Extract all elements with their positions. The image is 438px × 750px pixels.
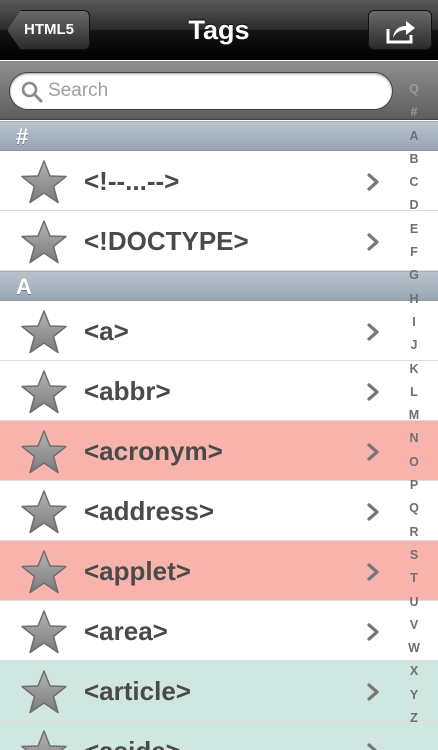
tag-label: <a> xyxy=(84,316,129,346)
index-letter[interactable]: V xyxy=(400,614,428,637)
search-bar xyxy=(0,61,438,120)
star-icon[interactable] xyxy=(20,609,68,660)
index-letter[interactable]: K xyxy=(400,358,428,381)
tag-label: <acronym> xyxy=(84,436,223,466)
index-letter[interactable]: W xyxy=(400,637,428,660)
index-letter[interactable]: M xyxy=(400,404,428,427)
tag-label: <applet> xyxy=(84,556,191,586)
index-letter[interactable]: R xyxy=(400,521,428,544)
tag-label: <!DOCTYPE> xyxy=(84,226,249,256)
star-icon[interactable] xyxy=(20,669,68,720)
chevron-right-icon xyxy=(366,443,380,466)
section-index[interactable]: Q # A B C D E F G H I J K L M N O P Q R S T U V W X Y Z xyxy=(400,78,428,730)
index-letter[interactable]: Z xyxy=(400,707,428,730)
tag-label: <aside> xyxy=(84,721,181,750)
section-header: # xyxy=(0,121,438,151)
index-letter[interactable]: S xyxy=(400,544,428,567)
index-letter[interactable]: F xyxy=(400,241,428,264)
index-letter[interactable]: B xyxy=(400,148,428,171)
index-letter[interactable]: C xyxy=(400,171,428,194)
star-icon[interactable] xyxy=(20,489,68,540)
index-letter[interactable]: T xyxy=(400,567,428,590)
index-letter[interactable]: G xyxy=(400,264,428,287)
tag-label: <!--...--> xyxy=(84,166,180,196)
search-input[interactable] xyxy=(48,73,378,109)
star-icon[interactable] xyxy=(20,729,68,750)
star-icon[interactable] xyxy=(20,369,68,420)
section-header: A xyxy=(0,271,438,301)
index-letter[interactable]: X xyxy=(400,660,428,683)
chevron-right-icon xyxy=(366,233,380,256)
star-icon[interactable] xyxy=(20,429,68,480)
index-letter[interactable]: I xyxy=(400,311,428,334)
search-field[interactable] xyxy=(9,72,393,110)
star-icon[interactable] xyxy=(20,549,68,600)
list-item[interactable]: <!--...--> xyxy=(0,151,438,211)
index-letter[interactable]: D xyxy=(400,194,428,217)
tag-list[interactable]: # <!--...--> <!DOCTYPE> A <a> <abbr> <acronym>… xyxy=(0,121,438,750)
index-letter[interactable]: U xyxy=(400,591,428,614)
chevron-right-icon xyxy=(366,683,380,706)
index-letter[interactable]: O xyxy=(400,451,428,474)
index-letter[interactable]: J xyxy=(400,334,428,357)
list-item[interactable]: <acronym> xyxy=(0,421,438,481)
index-letter[interactable]: Q xyxy=(400,497,428,520)
search-icon xyxy=(21,81,43,103)
tag-label: <article> xyxy=(84,676,191,706)
tag-label: <abbr> xyxy=(84,376,171,406)
index-letter[interactable]: L xyxy=(400,381,428,404)
list-item[interactable]: <aside> xyxy=(0,721,438,750)
list-item[interactable]: <abbr> xyxy=(0,361,438,421)
chevron-right-icon xyxy=(366,173,380,196)
list-item[interactable]: <article> xyxy=(0,661,438,721)
index-letter[interactable]: P xyxy=(400,474,428,497)
tag-label: <area> xyxy=(84,616,168,646)
list-item[interactable]: <a> xyxy=(0,301,438,361)
index-letter[interactable]: A xyxy=(400,125,428,148)
chevron-right-icon xyxy=(366,563,380,586)
star-icon[interactable] xyxy=(20,219,68,270)
index-letter[interactable]: N xyxy=(400,427,428,450)
star-icon[interactable] xyxy=(20,159,68,210)
chevron-right-icon xyxy=(366,383,380,406)
index-letter[interactable]: Y xyxy=(400,684,428,707)
chevron-right-icon xyxy=(366,743,380,750)
share-button[interactable] xyxy=(368,10,432,50)
tag-label: <address> xyxy=(84,496,215,526)
list-item[interactable]: <applet> xyxy=(0,541,438,601)
navigation-bar: HTML5 Tags xyxy=(0,0,438,60)
index-letter[interactable]: E xyxy=(400,218,428,241)
chevron-right-icon xyxy=(366,503,380,526)
index-search-item[interactable]: Q xyxy=(400,78,428,101)
chevron-right-icon xyxy=(366,623,380,646)
index-letter[interactable]: # xyxy=(400,101,428,124)
list-item[interactable]: <area> xyxy=(0,601,438,661)
index-letter[interactable]: H xyxy=(400,288,428,311)
star-icon[interactable] xyxy=(20,309,68,360)
chevron-right-icon xyxy=(366,323,380,346)
share-icon xyxy=(386,21,415,44)
list-item[interactable]: <address> xyxy=(0,481,438,541)
list-item[interactable]: <!DOCTYPE> xyxy=(0,211,438,271)
